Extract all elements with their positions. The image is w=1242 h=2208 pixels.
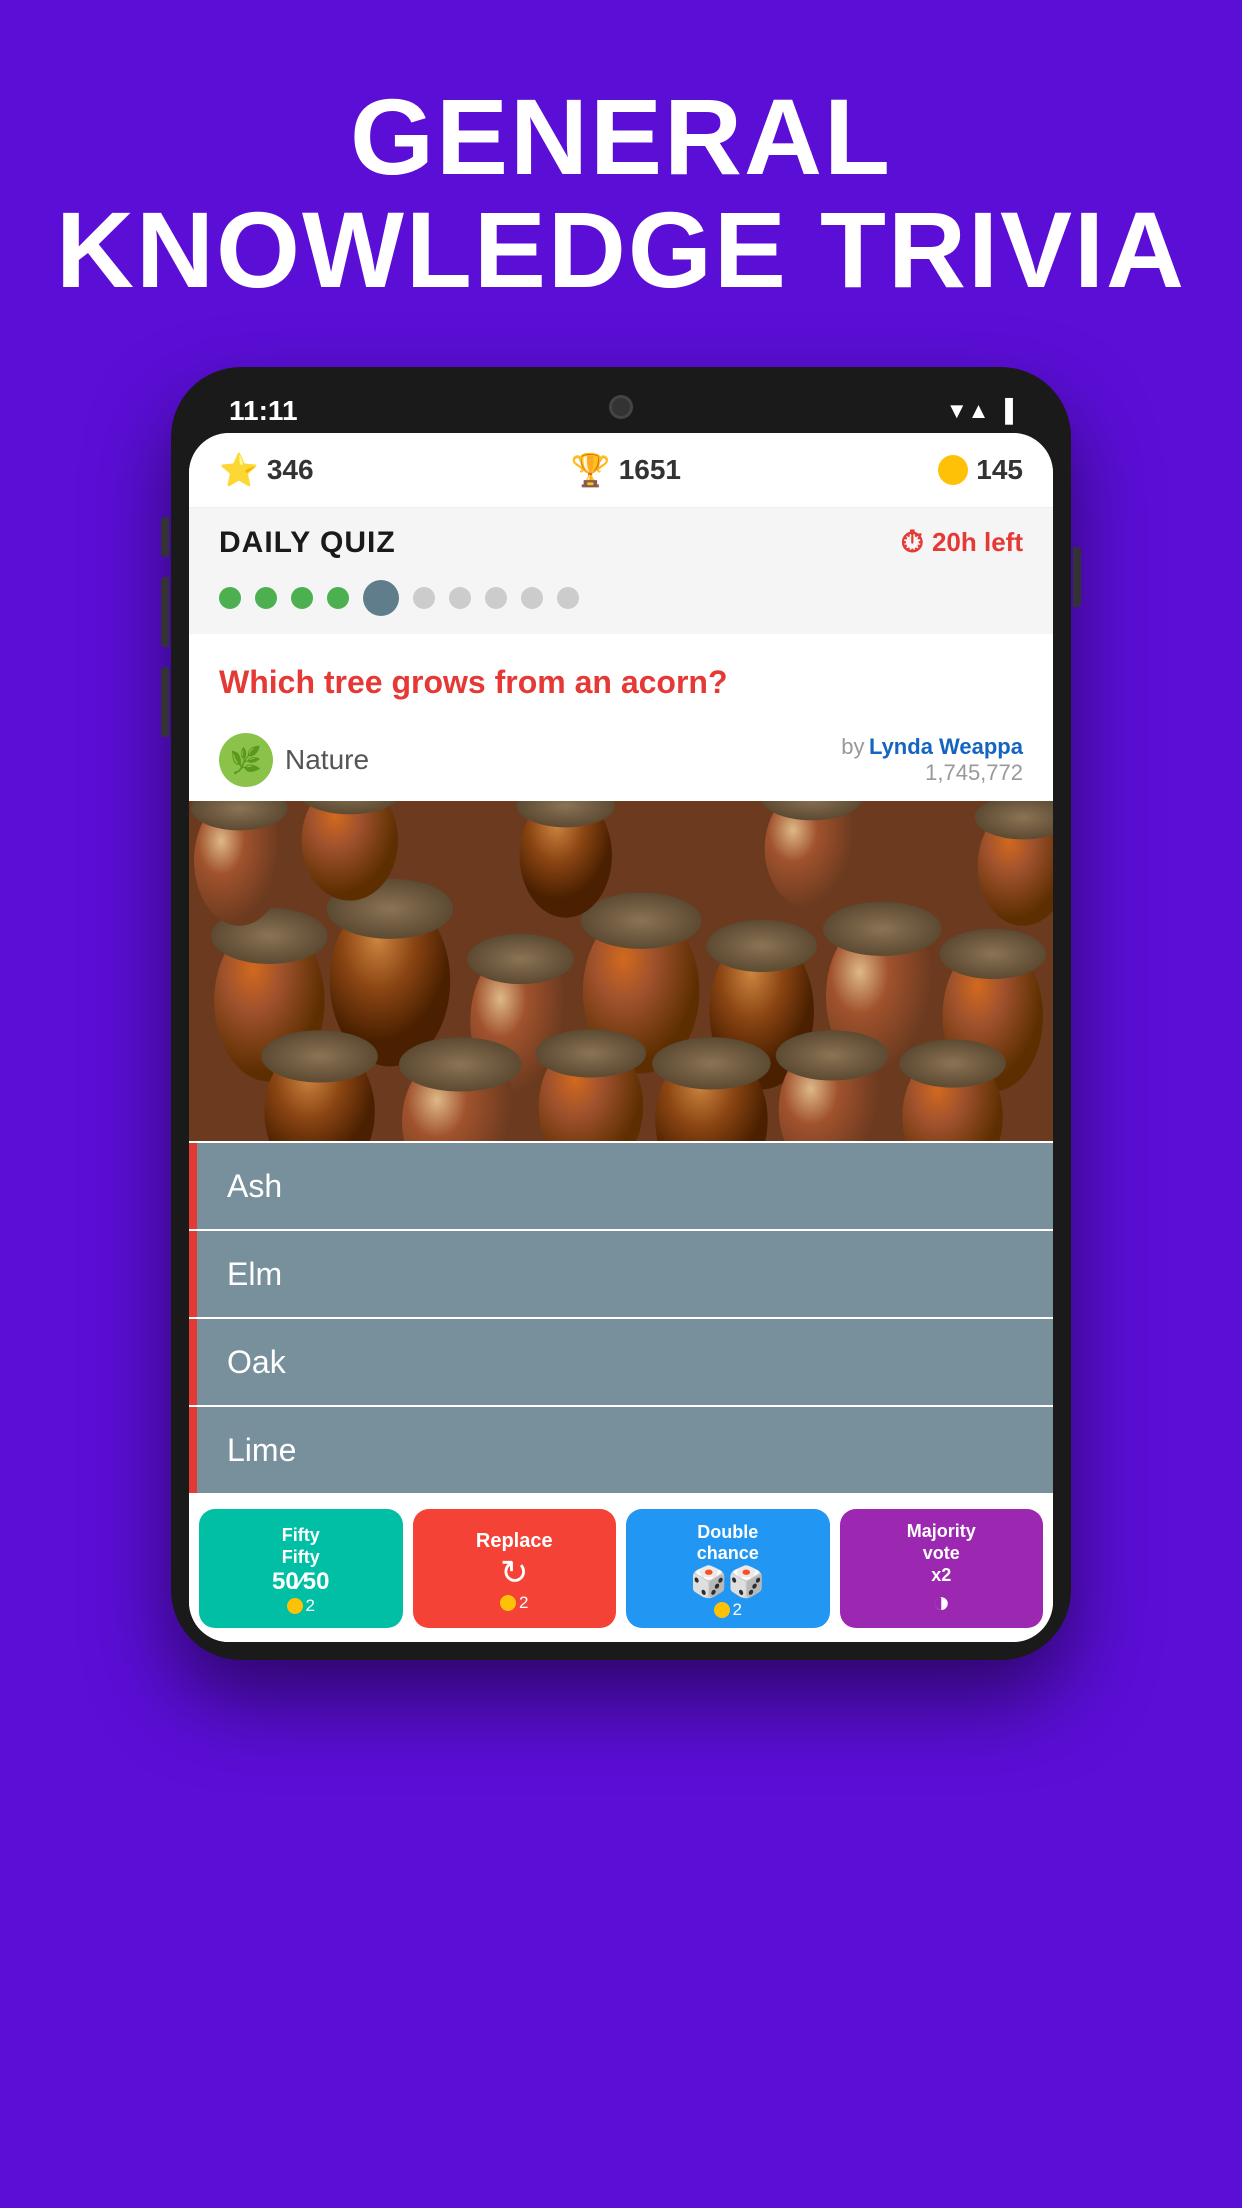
stats-bar: ⭐ 346 🏆 1651 145 bbox=[189, 433, 1053, 508]
dot-6 bbox=[413, 587, 435, 609]
category-left: 🌿 Nature bbox=[219, 733, 369, 787]
wifi-icon: ▼▲ bbox=[946, 398, 990, 424]
dot-2 bbox=[255, 587, 277, 609]
author-by: by bbox=[841, 734, 864, 759]
phone-screen: ⭐ 346 🏆 1651 145 DAILY QUIZ ⏱ 20h left bbox=[189, 433, 1053, 1642]
fifty-fifty-icon: 50⁄50 bbox=[272, 1568, 329, 1596]
timer-value: 20h left bbox=[932, 527, 1023, 558]
dot-8 bbox=[485, 587, 507, 609]
coin-icon bbox=[938, 455, 968, 485]
author-info: by Lynda Weappa 1,745,772 bbox=[841, 734, 1023, 786]
answer-text-lime: Lime bbox=[227, 1432, 296, 1469]
double-chance-label: Doublechance bbox=[697, 1522, 759, 1565]
dot-10 bbox=[557, 587, 579, 609]
coin-dot-1 bbox=[287, 1598, 303, 1614]
coins-value: 145 bbox=[976, 454, 1023, 486]
majority-vote-icon: ◑ bbox=[932, 1586, 950, 1620]
powerup-fifty-fifty[interactable]: FiftyFifty 50⁄50 2 bbox=[199, 1509, 403, 1628]
phone-side-button-left-1 bbox=[161, 517, 169, 557]
category-row: 🌿 Nature by Lynda Weappa 1,745,772 bbox=[189, 719, 1053, 801]
author-name: Lynda Weappa bbox=[869, 734, 1023, 759]
double-chance-cost-value: 2 bbox=[733, 1600, 742, 1620]
question-area: Which tree grows from an acorn? bbox=[189, 634, 1053, 720]
fifty-fifty-label: FiftyFifty bbox=[282, 1525, 320, 1568]
dot-7 bbox=[449, 587, 471, 609]
phone-camera bbox=[609, 395, 633, 419]
star-icon: ⭐ bbox=[219, 451, 259, 489]
fifty-fifty-cost: 2 bbox=[287, 1596, 315, 1616]
double-chance-cost: 2 bbox=[714, 1600, 742, 1620]
answer-text-elm: Elm bbox=[227, 1256, 282, 1293]
answer-text-oak: Oak bbox=[227, 1344, 286, 1381]
powerup-double-chance[interactable]: Doublechance 🎲🎲 2 bbox=[626, 1509, 830, 1628]
dot-1 bbox=[219, 587, 241, 609]
daily-quiz-title: DAILY QUIZ bbox=[219, 526, 396, 560]
replace-cost-value: 2 bbox=[519, 1593, 528, 1613]
daily-quiz-header: DAILY QUIZ ⏱ 20h left bbox=[189, 508, 1053, 570]
answer-option-oak[interactable]: Oak bbox=[189, 1319, 1053, 1405]
powerup-replace[interactable]: Replace ↻ 2 bbox=[413, 1509, 617, 1628]
answer-option-ash[interactable]: Ash bbox=[189, 1143, 1053, 1229]
powerup-majority-vote[interactable]: Majorityvotex2 ◑ bbox=[840, 1509, 1044, 1628]
replace-icon: ↻ bbox=[500, 1553, 529, 1593]
replace-label: Replace bbox=[476, 1529, 553, 1553]
author-plays: 1,745,772 bbox=[841, 760, 1023, 786]
progress-dots bbox=[189, 570, 1053, 634]
phone-side-button-left-2 bbox=[161, 577, 169, 647]
status-time: 11:11 bbox=[229, 395, 298, 427]
double-chance-icon: 🎲🎲 bbox=[690, 1565, 765, 1600]
status-icons: ▼▲ ▐ bbox=[946, 398, 1013, 424]
powerups-bar: FiftyFifty 50⁄50 2 Replace ↻ 2 Doublecha… bbox=[189, 1495, 1053, 1642]
answers-area: Ash Elm Oak Lime bbox=[189, 1143, 1053, 1493]
replace-cost: 2 bbox=[500, 1593, 528, 1613]
answer-text-ash: Ash bbox=[227, 1168, 282, 1205]
phone-side-button-right bbox=[1073, 547, 1081, 607]
majority-vote-label: Majorityvotex2 bbox=[907, 1521, 976, 1586]
coin-dot-3 bbox=[714, 1602, 730, 1618]
phone-mockup: 11:11 ▼▲ ▐ ⭐ 346 🏆 1651 145 DAILY QUIZ bbox=[171, 367, 1071, 1660]
trophy-value: 1651 bbox=[619, 454, 681, 486]
answer-option-lime[interactable]: Lime bbox=[189, 1407, 1053, 1493]
dot-3 bbox=[291, 587, 313, 609]
timer-badge: ⏱ 20h left bbox=[901, 526, 1023, 560]
category-icon: 🌿 bbox=[219, 733, 273, 787]
phone-side-button-left-3 bbox=[161, 667, 169, 737]
page-title: GENERAL KNOWLEDGE TRIVIA bbox=[56, 80, 1186, 307]
nature-icon: 🌿 bbox=[230, 745, 262, 776]
coin-dot-2 bbox=[500, 1595, 516, 1611]
timer-icon: ⏱ bbox=[901, 526, 924, 560]
fifty-fifty-cost-value: 2 bbox=[306, 1596, 315, 1616]
battery-icon: ▐ bbox=[997, 398, 1013, 424]
answer-option-elm[interactable]: Elm bbox=[189, 1231, 1053, 1317]
stars-value: 346 bbox=[267, 454, 314, 486]
trophy-icon: 🏆 bbox=[571, 451, 611, 489]
quiz-image bbox=[189, 801, 1053, 1141]
question-text: Which tree grows from an acorn? bbox=[219, 662, 1023, 704]
dot-5-current bbox=[363, 580, 399, 616]
category-name: Nature bbox=[285, 744, 369, 776]
phone-notch-area: 11:11 ▼▲ ▐ bbox=[189, 385, 1053, 433]
dot-9 bbox=[521, 587, 543, 609]
dot-4 bbox=[327, 587, 349, 609]
trophy-stat: 🏆 1651 bbox=[571, 451, 681, 489]
stars-stat: ⭐ 346 bbox=[219, 451, 314, 489]
coins-stat: 145 bbox=[938, 454, 1023, 486]
